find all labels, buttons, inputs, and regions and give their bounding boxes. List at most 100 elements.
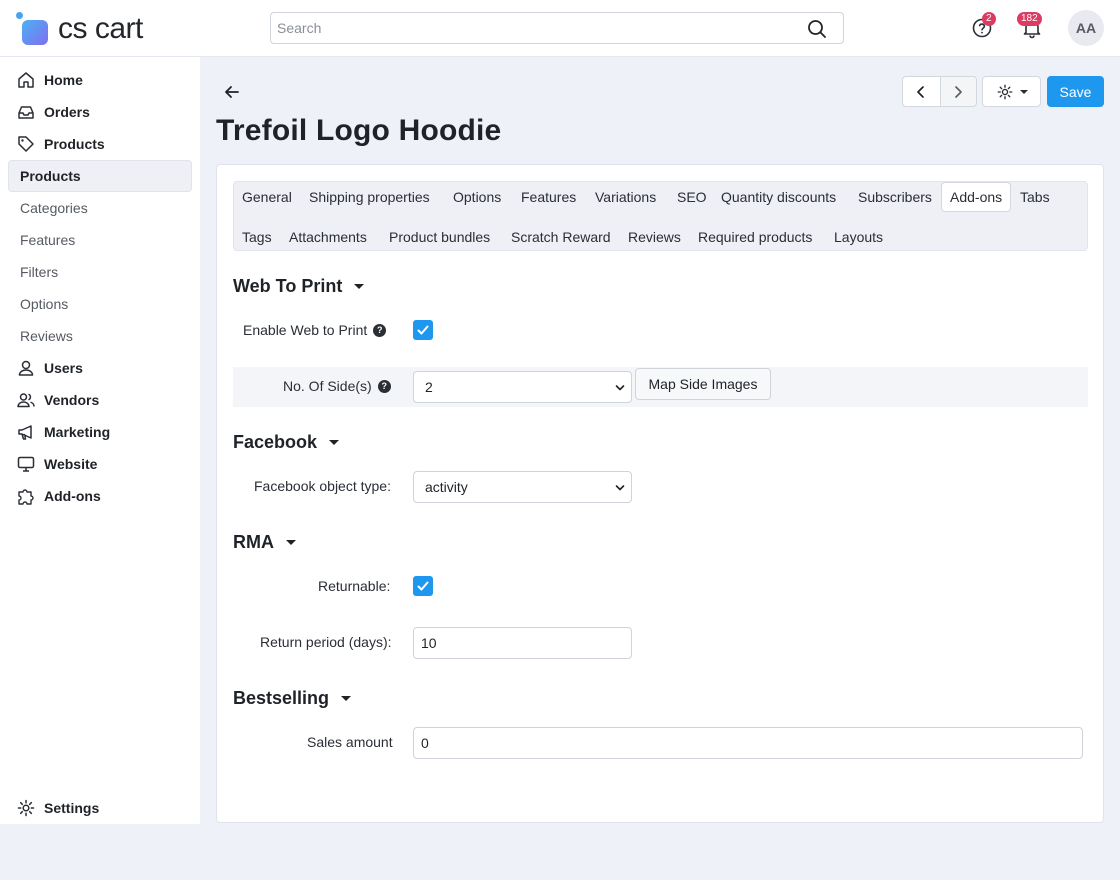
sidebar-item-label: Reviews [20,328,73,344]
previous-button[interactable] [903,77,940,106]
tab-product-bundles[interactable]: Product bundles [389,222,490,252]
tab-quantity-discounts[interactable]: Quantity discounts [721,182,836,212]
sidebar-item-label: Home [44,72,83,88]
returnable-label: Returnable: [318,578,391,594]
help-badge: 2 [982,12,996,26]
gear-icon [997,84,1012,99]
sidebar-item-label: Website [44,456,98,472]
sides-select[interactable]: 2 [413,371,632,403]
sidebar-item-label: Vendors [44,392,100,408]
sidebar-subitem-filters[interactable]: Filters [8,256,192,288]
tab-layouts[interactable]: Layouts [834,222,883,252]
tab-options[interactable]: Options [453,182,501,212]
help-icon[interactable]: ? [373,323,387,337]
returnable-checkbox[interactable] [413,576,433,596]
tab-features[interactable]: Features [521,182,576,212]
notifications-button[interactable]: 182 [1017,12,1044,40]
tag-icon [16,134,36,154]
tab-subscribers[interactable]: Subscribers [858,182,932,212]
sidebar-item-label: Users [44,360,83,376]
sidebar-subitem-options[interactable]: Options [8,288,192,320]
sidebar-item-label: Categories [20,200,88,216]
settings-dropdown-button[interactable] [982,76,1041,107]
tab-addons[interactable]: Add-ons [941,182,1012,212]
chevron-right-icon [955,85,963,98]
users-icon [16,390,36,410]
back-arrow-icon[interactable] [222,82,242,102]
sidebar-item-label: Filters [20,264,59,280]
section-bestselling[interactable]: Bestselling [233,688,352,709]
tab-required-products[interactable]: Required products [698,222,812,252]
caret-down-icon [1019,89,1028,94]
avatar[interactable]: AA [1068,10,1104,46]
inbox-icon [16,102,36,122]
monitor-icon [16,454,36,474]
page-footer-area [0,824,1120,880]
chevron-down-icon [615,485,625,491]
section-title: Web To Print [233,276,343,296]
page-title: Trefoil Logo Hoodie [216,114,502,147]
section-facebook[interactable]: Facebook [233,432,340,453]
sides-select-value: 2 [425,379,433,395]
section-rma[interactable]: RMA [233,532,296,553]
tab-general[interactable]: General [242,182,292,212]
product-panel: General Shipping properties Options Feat… [216,164,1104,823]
puzzle-icon [16,486,36,506]
caret-down-icon [329,440,340,445]
logo-icon [16,12,50,46]
next-button[interactable] [939,77,976,106]
sidebar-item-label: Products [20,168,81,184]
section-title: RMA [233,532,274,552]
map-side-images-button[interactable]: Map Side Images [635,368,771,400]
tab-reviews[interactable]: Reviews [628,222,681,252]
sidebar-subitem-features[interactable]: Features [8,224,192,256]
user-icon [16,358,36,378]
sidebar-item-marketing[interactable]: Marketing [8,416,192,448]
return-period-label: Return period (days): [260,634,392,650]
home-icon [16,70,36,90]
facebook-object-type-label: Facebook object type: [254,478,391,494]
return-period-input[interactable] [413,627,632,659]
facebook-object-type-value: activity [425,479,468,495]
help-icon[interactable]: ? [377,379,391,393]
search-input[interactable] [271,13,791,43]
sidebar-item-users[interactable]: Users [8,352,192,384]
tab-variations[interactable]: Variations [595,182,656,212]
sidebar-subitem-categories[interactable]: Categories [8,192,192,224]
save-button[interactable]: Save [1047,76,1104,107]
search-icon[interactable] [807,19,827,39]
tab-attachments[interactable]: Attachments [289,222,367,252]
sidebar-item-label: Features [20,232,76,248]
sidebar: Home Orders Products Products Categories… [0,57,200,824]
facebook-object-type-select[interactable]: activity [413,471,632,503]
tab-tabs[interactable]: Tabs [1020,182,1050,212]
sidebar-item-home[interactable]: Home [8,64,192,96]
sidebar-item-products[interactable]: Products [8,128,192,160]
chevron-left-icon [917,85,925,98]
logo[interactable]: cs cart [16,11,143,47]
sidebar-item-label: Add-ons [44,488,101,504]
chevron-down-icon [615,385,625,391]
sales-amount-input[interactable] [413,727,1083,759]
sidebar-item-website[interactable]: Website [8,448,192,480]
tab-scratch-reward[interactable]: Scratch Reward [511,222,611,252]
sidebar-item-vendors[interactable]: Vendors [8,384,192,416]
sidebar-item-label: Options [20,296,69,312]
tab-shipping-properties[interactable]: Shipping properties [309,182,430,212]
sidebar-subitem-products[interactable]: Products [8,160,192,192]
section-web-to-print[interactable]: Web To Print [233,276,365,297]
caret-down-icon [354,284,365,289]
tab-tags[interactable]: Tags [242,222,272,252]
search-box[interactable] [270,12,844,44]
sidebar-item-orders[interactable]: Orders [8,96,192,128]
enable-web-to-print-label: Enable Web to Print? [243,322,387,338]
sidebar-item-settings[interactable]: Settings [8,792,192,824]
label-text: Enable Web to Print [243,322,368,338]
tab-seo[interactable]: SEO [677,182,707,212]
check-icon [417,325,429,335]
tab-bar: General Shipping properties Options Feat… [233,181,1088,251]
enable-web-to-print-checkbox[interactable] [413,320,433,340]
sidebar-subitem-reviews[interactable]: Reviews [8,320,192,352]
help-button[interactable]: 2 [970,12,996,40]
sidebar-item-addons[interactable]: Add-ons [8,480,192,512]
